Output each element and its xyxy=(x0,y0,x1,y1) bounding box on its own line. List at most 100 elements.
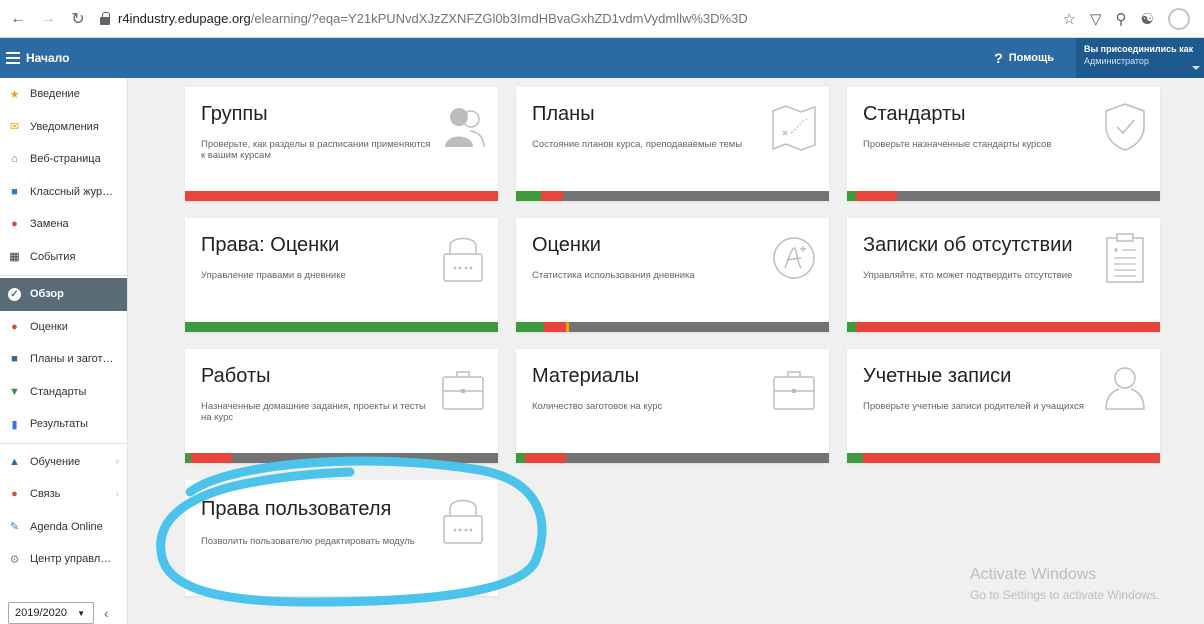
module-card-10[interactable]: Права пользователя Позволить пользователю… xyxy=(185,480,498,596)
sidebar-item-6[interactable]: ▦ События xyxy=(0,241,127,274)
card-title: Материалы xyxy=(532,365,640,387)
card-title: Записки об отсутствии xyxy=(863,234,1073,256)
sidebar-item-label: Замена xyxy=(30,218,69,231)
card-description: Проверьте, как разделы в расписании прим… xyxy=(201,139,431,161)
back-icon[interactable]: ← xyxy=(6,7,30,31)
progress-bar xyxy=(847,453,1160,463)
card-title: Группы xyxy=(201,103,268,125)
sidebar-item-2[interactable]: ✉ Уведомления xyxy=(0,111,127,144)
sidebar-item-label: Уведомления xyxy=(30,120,99,133)
home-link[interactable]: Начало xyxy=(26,51,69,65)
sidebar-item-10[interactable]: ▼ Стандарты xyxy=(0,376,127,409)
sidebar-item-13[interactable]: ● Связь › xyxy=(0,478,127,511)
sidebar-item-label: Планы и загот… xyxy=(30,353,114,366)
check-icon: ✓ xyxy=(8,287,21,301)
card-description: Количество заготовок на курс xyxy=(532,401,663,412)
card-description: Назначенные домашние задания, проекты и … xyxy=(201,401,426,423)
extension-icon[interactable]: ☯ xyxy=(1141,10,1154,28)
card-title: Оценки xyxy=(532,234,601,256)
sidebar-item-14[interactable]: ✎ Agenda Online xyxy=(0,511,127,544)
sidebar-item-7[interactable]: ✓ Обзор xyxy=(0,278,127,311)
sidebar-item-1[interactable]: ★ Введение xyxy=(0,78,127,111)
module-card-8[interactable]: Материалы Количество заготовок на курс xyxy=(516,349,829,463)
sidebar: ★ Введение ✉ Уведомления ⌂ Веб-страница ■ Класс… xyxy=(0,78,128,624)
progress-segment-red xyxy=(856,322,1160,332)
progress-segment-green xyxy=(516,453,526,463)
card-title: Права: Оценки xyxy=(201,234,340,256)
sidebar-item-label: Результаты xyxy=(30,418,88,431)
year-select[interactable]: 2019/2020 ▼ xyxy=(8,602,94,624)
profile-avatar-icon[interactable] xyxy=(1168,7,1190,30)
progress-segment-red xyxy=(856,191,898,201)
windows-activation-watermark: Activate Windows Go to Settings to activ… xyxy=(970,566,1159,602)
envelope-icon: ✉ xyxy=(9,121,20,134)
progress-segment-gray xyxy=(231,453,498,463)
sidebar-divider xyxy=(0,275,127,276)
sidebar-item-15[interactable]: ⚙ Центр управл… xyxy=(0,543,127,576)
module-card-1[interactable]: Группы Проверьте, как разделы в расписани… xyxy=(185,87,498,201)
module-card-7[interactable]: Работы Назначенные домашние задания, прое… xyxy=(185,349,498,463)
sidebar-item-label: Веб-страница xyxy=(30,153,101,166)
chevron-right-icon: › xyxy=(115,456,119,468)
sidebar-item-8[interactable]: ● Оценки xyxy=(0,311,127,344)
progress-segment-gray xyxy=(897,191,1160,201)
progress-segment-red xyxy=(541,191,563,201)
user-role: Администратор xyxy=(1084,56,1149,66)
sidebar-item-label: Обзор xyxy=(30,288,64,301)
lock-icon xyxy=(100,11,110,25)
help-button[interactable]: ? Помощь xyxy=(994,50,1054,66)
module-card-2[interactable]: Планы Состояние планов курса, преподаваем… xyxy=(516,87,829,201)
card-title: Права пользователя xyxy=(201,498,392,520)
pocket-icon[interactable]: ▽ xyxy=(1090,10,1102,28)
sidebar-item-label: События xyxy=(30,250,76,263)
progress-segment-green xyxy=(847,322,857,332)
progress-segment-red xyxy=(544,322,567,332)
sidebar-item-5[interactable]: ● Замена xyxy=(0,208,127,241)
progress-bar xyxy=(847,191,1160,201)
module-card-6[interactable]: Записки об отсутствии Управляйте, кто мож… xyxy=(847,218,1160,332)
progress-bar xyxy=(516,453,829,463)
progress-bar xyxy=(185,191,498,201)
briefcase-outline-icon xyxy=(440,363,486,415)
sidebar-item-3[interactable]: ⌂ Веб-страница xyxy=(0,143,127,176)
sidebar-item-9[interactable]: ■ Планы и загот… xyxy=(0,343,127,376)
sidebar-item-label: Связь xyxy=(30,488,61,501)
progress-segment-red xyxy=(525,453,567,463)
zoom-icon[interactable]: ⚲ xyxy=(1116,10,1127,28)
progress-bar xyxy=(516,191,829,201)
sidebar-item-11[interactable]: ▮ Результаты xyxy=(0,408,127,441)
sidebar-item-label: Обучение xyxy=(30,455,81,468)
card-title: Учетные записи xyxy=(863,365,1012,387)
lock-icon xyxy=(440,494,486,546)
module-card-4[interactable]: Права: Оценки Управление правами в дневни… xyxy=(185,218,498,332)
collapse-sidebar-icon[interactable]: ‹ xyxy=(104,605,109,621)
dropdown-arrow-icon: ▼ xyxy=(77,608,85,618)
module-card-9[interactable]: Учетные записи Проверьте учетные записи р… xyxy=(847,349,1160,463)
clipboard-icon xyxy=(1102,232,1148,284)
star-icon: ★ xyxy=(9,88,20,101)
sidebar-item-4[interactable]: ■ Классный жур… xyxy=(0,176,127,209)
briefcase-icon: ■ xyxy=(11,353,18,366)
card-description: Управление правами в дневнике xyxy=(201,270,346,281)
calendar-icon: ▦ xyxy=(9,251,20,264)
user-outline-icon xyxy=(1102,363,1148,415)
journal-icon: ■ xyxy=(11,185,18,198)
progress-segment-green xyxy=(847,191,857,201)
school-icon: ▲ xyxy=(9,455,20,468)
address-bar[interactable]: r4industry.edupage.org/elearning/?eqa=Y2… xyxy=(100,4,1025,33)
card-description: Позволить пользователю редактировать мод… xyxy=(201,536,415,547)
progress-bar xyxy=(516,322,829,332)
reload-icon[interactable]: ↻ xyxy=(66,7,90,31)
forward-icon[interactable]: → xyxy=(36,7,60,31)
module-card-3[interactable]: Стандарты Проверьте назначенные стандарты… xyxy=(847,87,1160,201)
sidebar-item-12[interactable]: ▲ Обучение › xyxy=(0,446,127,479)
browser-toolbar: ← → ↻ r4industry.edupage.org/elearning/?… xyxy=(0,0,1204,38)
bookmark-star-icon[interactable]: ☆ xyxy=(1063,10,1076,28)
watermark-line2: Go to Settings to activate Windows. xyxy=(970,588,1160,602)
sidebar-item-label: Введение xyxy=(30,88,80,101)
module-card-5[interactable]: Оценки Статистика использования дневника xyxy=(516,218,829,332)
menu-icon[interactable] xyxy=(6,52,20,64)
sidebar-item-label: Оценки xyxy=(30,320,68,333)
help-label: Помощь xyxy=(1008,52,1054,64)
user-menu[interactable]: Вы присоединились как Администратор xyxy=(1076,38,1204,78)
